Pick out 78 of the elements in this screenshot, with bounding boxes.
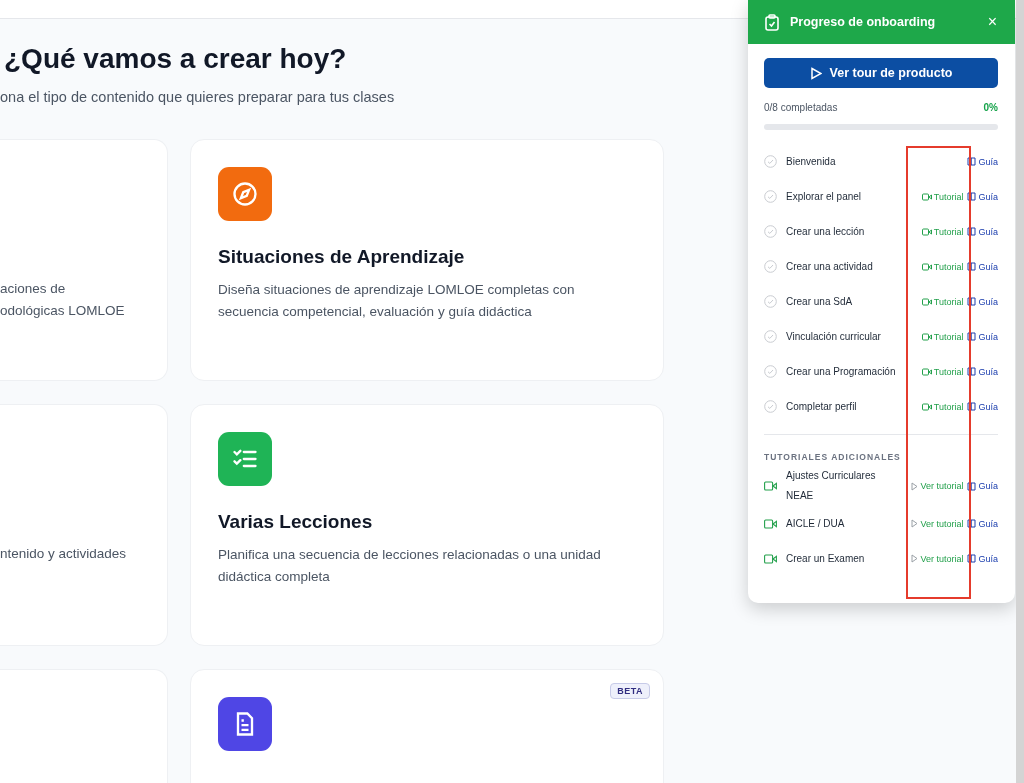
book-icon [967,519,977,528]
book-icon [967,262,977,271]
tutorial-link[interactable]: Tutorial [921,296,964,307]
content-type-card[interactable]: BETA [190,669,664,783]
card-title: Situaciones de Aprendizaje [218,245,466,269]
tutorial-link[interactable]: Ver tutorial [911,553,964,564]
product-tour-button[interactable]: Ver tour de producto [764,58,998,88]
book-icon [967,367,977,376]
video-icon [921,227,932,236]
book-icon [967,554,977,563]
tutorial-label: Ajustes Curriculares NEAE [786,469,877,503]
book-icon [967,297,977,306]
tutorial-link[interactable]: Tutorial [921,226,964,237]
guide-link[interactable]: Guía [967,261,998,272]
guide-link[interactable]: Guía [967,226,998,237]
tutorial-link[interactable]: Tutorial [921,331,964,342]
book-icon [967,481,977,491]
play-icon [911,519,919,528]
guide-link[interactable]: Guía [967,156,998,167]
book-icon [967,402,977,411]
scrollbar[interactable] [1016,0,1024,783]
guide-link[interactable]: Guía [967,191,998,202]
video-icon [921,332,932,341]
step-label[interactable]: Completar perfil [786,401,922,412]
video-icon [921,367,932,376]
video-icon [764,481,777,491]
guide-link[interactable]: Guía [967,518,998,529]
step-label[interactable]: Crear una actividad [786,261,922,272]
clipboard-check-icon [764,13,780,31]
card-description: Planifica una secuencia de lecciones relacionadas o una unidad didáctica completa [218,546,602,586]
book-icon [967,227,977,236]
tutorial-link[interactable]: Ver tutorial [911,481,964,491]
progress-percent: 0% [983,102,998,113]
play-icon [911,481,919,491]
video-icon [921,402,932,411]
card-description: ntenido y actividades [0,545,127,563]
tutorial-link[interactable]: Tutorial [921,366,964,377]
step-label[interactable]: Vinculación curricular [786,331,922,342]
page-subtitle: ona el tipo de contenido que quieres preparar para tus clases [0,88,395,107]
step-label[interactable]: Crear una SdA [786,296,922,307]
card-title: Varias Lecciones [218,510,374,534]
step-label[interactable]: Bienvenida [786,156,968,167]
step-label[interactable]: Crear una lección [786,226,922,237]
content-type-card[interactable]: aciones de odológicas LOMLOE [0,139,168,381]
guide-link[interactable]: Guía [967,366,998,377]
content-type-card[interactable]: Situaciones de Aprendizaje Diseña situaciones de aprendizaje LOMLOE completas con secuencia competencial, evaluación y guía didáctica [190,139,664,381]
progress-label: 0/8 completadas [764,102,838,113]
video-icon [921,192,932,201]
section-heading: TUTORIALES ADICIONALES [764,452,902,462]
guide-link[interactable]: Guía [967,331,998,342]
book-icon [967,332,977,341]
guide-link[interactable]: Guía [967,481,998,491]
play-icon [809,66,822,80]
video-icon [921,262,932,271]
guide-link[interactable]: Guía [967,296,998,307]
video-icon [921,297,932,306]
tutorial-label: AICLE / DUA [786,516,846,531]
step-label[interactable]: Crear una Programación [786,366,922,377]
video-icon [764,518,777,529]
page-heading: ¿Qué vamos a crear hoy? [4,42,347,76]
content-type-card[interactable]: Varias Lecciones Planifica una secuencia de lecciones relacionadas o una unidad didáctica completa [190,404,664,646]
book-icon [967,157,977,166]
content-type-card[interactable]: ntenido y actividades [0,404,168,646]
tutorial-label: Crear un Examen [786,551,866,566]
guide-link[interactable]: Guía [967,553,998,564]
guide-link[interactable]: Guía [967,401,998,412]
panel-title: Progreso de onboarding [790,15,937,29]
tutorial-link[interactable]: Tutorial [921,261,964,272]
card-description: aciones de odológicas LOMLOE [0,280,125,320]
step-label[interactable]: Explorar el panel [786,191,922,202]
beta-badge: BETA [610,683,650,699]
book-icon [967,192,977,201]
card-description: Diseña situaciones de aprendizaje LOMLOE completas con secuencia competencial, evaluación y guía didáctica [218,281,576,321]
tutorial-link[interactable]: Tutorial [921,401,964,412]
play-icon [911,554,919,563]
video-icon [764,553,777,564]
tutorial-link[interactable]: Tutorial [921,191,964,202]
tutorial-link[interactable]: Ver tutorial [911,518,964,529]
